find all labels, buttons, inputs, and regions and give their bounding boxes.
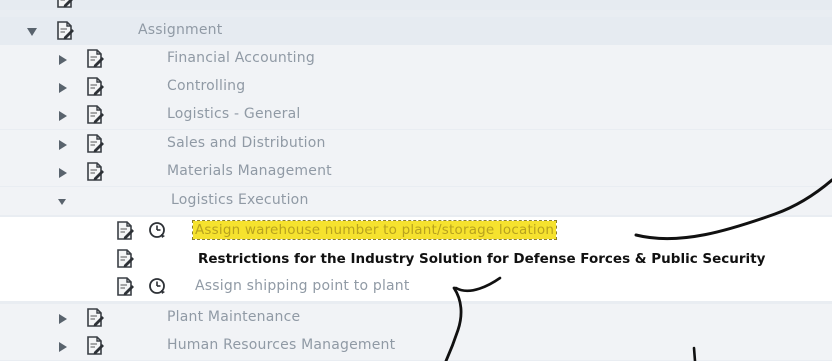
tree-leaf-assign-warehouse[interactable]: Assign warehouse number to plant/storage… [0, 217, 832, 245]
tree-node-label: Financial Accounting [167, 50, 315, 66]
tree-node-label: Logistics - General [167, 106, 301, 122]
tree-leaf-assign-shipping-point[interactable]: Assign shipping point to plant [0, 273, 832, 301]
tree-node-human-resources-management[interactable]: Human Resources Management [0, 332, 832, 360]
triangle-down-icon[interactable] [25, 25, 39, 39]
document-edit-icon [85, 161, 105, 182]
document-edit-icon [115, 276, 135, 297]
triangle-down-icon[interactable] [55, 195, 69, 209]
document-edit-icon [85, 104, 105, 125]
document-edit-icon [85, 76, 105, 97]
document-edit-icon [55, 0, 75, 9]
clock-icon [148, 221, 166, 239]
tree-node-controlling[interactable]: Controlling [0, 73, 832, 101]
tree-node-logistics-general[interactable]: Logistics - General [0, 101, 832, 129]
tree-node-assignment[interactable]: Assignment [0, 17, 832, 45]
triangle-right-icon[interactable] [56, 109, 70, 123]
triangle-right-icon[interactable] [56, 166, 70, 180]
tree-leaf-label: Restrictions for the Industry Solution f… [198, 251, 766, 267]
tree-node-plant-maintenance[interactable]: Plant Maintenance [0, 304, 832, 332]
tree-node-label: Plant Maintenance [167, 309, 301, 325]
tree-leaf-label: Assign shipping point to plant [195, 278, 410, 294]
tree-node-label: Controlling [167, 78, 246, 94]
triangle-right-icon[interactable] [56, 138, 70, 152]
tree-node-label: Logistics Execution [171, 192, 309, 208]
tree-node-label: Assignment [138, 22, 223, 38]
tree-node-materials-management[interactable]: Materials Management [0, 158, 832, 186]
document-edit-icon [85, 48, 105, 69]
triangle-right-icon[interactable] [56, 81, 70, 95]
document-edit-icon [85, 307, 105, 328]
clock-icon [148, 277, 166, 295]
document-edit-icon [115, 220, 135, 241]
tree-node-financial-accounting[interactable]: Financial Accounting [0, 45, 832, 73]
tree-node-label: Materials Management [167, 163, 332, 179]
tree-node-label: Human Resources Management [167, 337, 396, 353]
document-edit-icon [55, 20, 75, 41]
tree-node-logistics-execution[interactable]: Logistics Execution [0, 187, 832, 215]
tree-leaf-label-selected: Assign warehouse number to plant/storage… [191, 220, 558, 240]
tree-node-sales-and-distribution[interactable]: Sales and Distribution [0, 130, 832, 158]
document-edit-icon [115, 248, 135, 269]
triangle-right-icon[interactable] [56, 312, 70, 326]
tree-leaf-restrictions-defense[interactable]: Restrictions for the Industry Solution f… [0, 245, 832, 273]
document-edit-icon [85, 335, 105, 356]
triangle-right-icon[interactable] [56, 340, 70, 354]
triangle-right-icon[interactable] [56, 53, 70, 67]
tree-row-partial [0, 0, 832, 10]
tree-node-label: Sales and Distribution [167, 135, 326, 151]
document-edit-icon [85, 133, 105, 154]
